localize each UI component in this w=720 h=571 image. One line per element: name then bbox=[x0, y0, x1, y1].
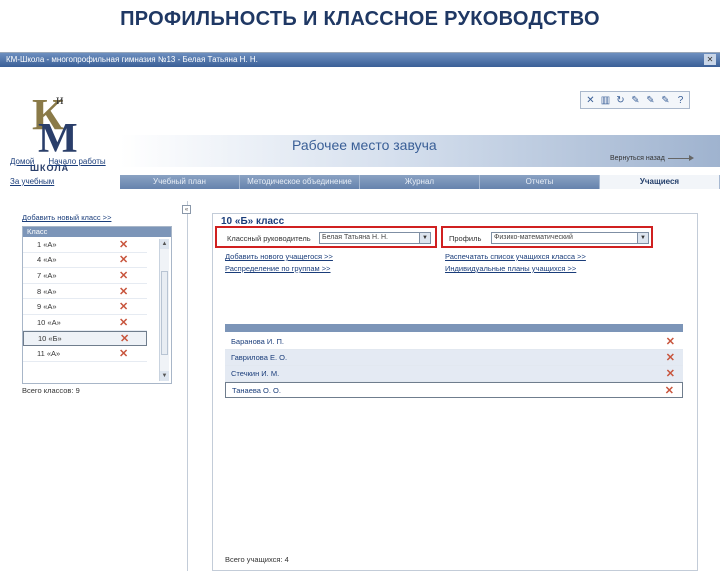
class-label: 9 «А» bbox=[37, 302, 57, 312]
scroll-thumb[interactable] bbox=[161, 271, 168, 355]
student-list: Баранова И. П. ✕ Гаврилова Е. О. ✕ Стечкин… bbox=[225, 334, 683, 398]
distribution-link[interactable]: Распределение по группам >> bbox=[225, 264, 331, 273]
chevron-down-icon[interactable]: ▼ bbox=[419, 233, 430, 243]
toolbar: ✕ ▥ ↻ ✎ ✎ ✎ ? bbox=[580, 91, 690, 109]
class-detail-panel: 10 «Б» класс Классный руководитель Белая… bbox=[212, 213, 698, 571]
list-item-selected[interactable]: 10 «Б» ✕ bbox=[23, 330, 147, 347]
delete-icon[interactable]: ✕ bbox=[119, 347, 128, 360]
add-student-link[interactable]: Добавить нового учащегося >> bbox=[225, 252, 333, 261]
save-icon[interactable]: ▥ bbox=[600, 95, 611, 106]
profile-field: Профиль Физико-математический ▼ bbox=[441, 226, 653, 248]
subnav-link[interactable]: За учебным bbox=[10, 177, 54, 186]
page-title: Рабочее место завуча bbox=[292, 137, 437, 153]
list-item[interactable]: Стечкин И. М. ✕ bbox=[225, 366, 683, 382]
arrow-right-icon bbox=[667, 155, 694, 161]
collapse-icon[interactable]: « bbox=[182, 205, 191, 214]
delete-icon[interactable]: ✕ bbox=[119, 285, 128, 298]
class-label: 8 «А» bbox=[37, 286, 57, 296]
tab-bar: Учебный план Методическое объединение Жу… bbox=[120, 175, 720, 189]
individual-plans-link[interactable]: Индивидуальные планы учащихся >> bbox=[445, 264, 576, 273]
delete-icon[interactable]: ✕ bbox=[120, 332, 129, 345]
edit-icon[interactable]: ✎ bbox=[645, 95, 656, 106]
nav-start-link[interactable]: Начало работы bbox=[48, 157, 105, 166]
delete-icon[interactable]: ✕ bbox=[119, 269, 128, 282]
delete-icon[interactable]: ✕ bbox=[666, 351, 675, 364]
window-titlebar: КМ-Школа - многопрофильная гимназия №13 … bbox=[0, 53, 720, 67]
student-name: Баранова И. П. bbox=[231, 337, 284, 346]
logo-i: и bbox=[56, 93, 64, 108]
student-name: Стечкин И. М. bbox=[231, 369, 280, 378]
refresh-icon[interactable]: ↻ bbox=[615, 95, 626, 106]
panel-divider bbox=[187, 201, 188, 571]
list-item-selected[interactable]: Танаева О. О. ✕ bbox=[225, 382, 683, 398]
class-label: 10 «Б» bbox=[38, 333, 62, 343]
list-item[interactable]: 7 «А» ✕ bbox=[23, 268, 147, 284]
class-label: 10 «А» bbox=[37, 317, 61, 327]
logo-m: М bbox=[38, 116, 78, 162]
nav-home-link[interactable]: Домой bbox=[10, 157, 34, 166]
total-classes: Всего классов: 9 bbox=[22, 386, 80, 395]
delete-icon[interactable]: ✕ bbox=[666, 335, 675, 348]
total-students: Всего учащихся: 4 bbox=[225, 555, 289, 564]
back-link-label: Вернуться назад bbox=[610, 155, 665, 162]
app-window: КМ-Школа - многопрофильная гимназия №13 … bbox=[0, 52, 720, 571]
top-nav: Домой Начало работы bbox=[10, 157, 106, 166]
list-item[interactable]: 10 «А» ✕ bbox=[23, 315, 147, 331]
delete-icon[interactable]: ✕ bbox=[666, 367, 675, 380]
class-label: 1 «А» bbox=[37, 239, 57, 249]
window-title: КМ-Школа - многопрофильная гимназия №13 … bbox=[6, 55, 258, 64]
print-list-link[interactable]: Распечатать список учащихся класса >> bbox=[445, 252, 586, 261]
teacher-select[interactable]: Белая Татьяна Н. Н. ▼ bbox=[319, 232, 431, 244]
list-item[interactable]: Гаврилова Е. О. ✕ bbox=[225, 350, 683, 366]
list-item[interactable]: Баранова И. П. ✕ bbox=[225, 334, 683, 350]
window-close-button[interactable]: ✕ bbox=[704, 54, 716, 65]
tab-method-union[interactable]: Методическое объединение bbox=[240, 175, 360, 189]
student-name: Гаврилова Е. О. bbox=[231, 353, 288, 362]
delete-icon[interactable]: ✕ bbox=[665, 384, 674, 397]
profile-label: Профиль bbox=[449, 234, 482, 243]
class-label: 7 «А» bbox=[37, 270, 57, 280]
classes-panel: Добавить новый класс >> Класс 1 «А» ✕ 4 «… bbox=[22, 213, 172, 413]
close-icon[interactable]: ✕ bbox=[585, 95, 596, 106]
help-icon[interactable]: ? bbox=[675, 95, 686, 106]
list-item[interactable]: 4 «А» ✕ bbox=[23, 253, 147, 269]
back-link[interactable]: Вернуться назад bbox=[610, 155, 694, 162]
delete-icon[interactable]: ✕ bbox=[119, 300, 128, 313]
tab-curriculum[interactable]: Учебный план bbox=[120, 175, 240, 189]
class-list: Класс 1 «А» ✕ 4 «А» ✕ 7 «А» ✕ 8 «А» ✕ 9 «А» ✕… bbox=[22, 226, 172, 384]
class-label: 11 «А» bbox=[37, 348, 61, 358]
class-list-scrollbar[interactable]: ▲ ▼ bbox=[159, 239, 169, 381]
delete-icon[interactable]: ✕ bbox=[119, 316, 128, 329]
class-label: 4 «А» bbox=[37, 255, 57, 265]
list-item[interactable]: 11 «А» ✕ bbox=[23, 346, 147, 362]
list-item[interactable]: 9 «А» ✕ bbox=[23, 299, 147, 315]
student-list-header bbox=[225, 324, 683, 332]
add-class-link[interactable]: Добавить новый класс >> bbox=[22, 213, 172, 222]
scroll-down-icon[interactable]: ▼ bbox=[160, 371, 169, 381]
teacher-value: Белая Татьяна Н. Н. bbox=[322, 234, 388, 241]
student-name: Танаева О. О. bbox=[232, 385, 281, 395]
delete-icon[interactable]: ✕ bbox=[119, 253, 128, 266]
profile-select[interactable]: Физико-математический ▼ bbox=[491, 232, 649, 244]
edit-icon[interactable]: ✎ bbox=[630, 95, 641, 106]
teacher-label: Классный руководитель bbox=[227, 234, 311, 243]
tab-journal[interactable]: Журнал bbox=[360, 175, 480, 189]
slide-title: ПРОФИЛЬНОСТЬ И КЛАССНОЕ РУКОВОДСТВО bbox=[120, 8, 600, 30]
scroll-up-icon[interactable]: ▲ bbox=[160, 239, 169, 249]
tab-students[interactable]: Учащиеся bbox=[600, 175, 720, 189]
edit-icon[interactable]: ✎ bbox=[660, 95, 671, 106]
profile-value: Физико-математический bbox=[494, 234, 573, 241]
class-list-header: Класс bbox=[23, 227, 171, 237]
list-item[interactable]: 1 «А» ✕ bbox=[23, 237, 147, 253]
teacher-field: Классный руководитель Белая Татьяна Н. Н… bbox=[215, 226, 437, 248]
tab-reports[interactable]: Отчеты bbox=[480, 175, 600, 189]
delete-icon[interactable]: ✕ bbox=[119, 238, 128, 251]
list-item[interactable]: 8 «А» ✕ bbox=[23, 284, 147, 300]
chevron-down-icon[interactable]: ▼ bbox=[637, 233, 648, 243]
